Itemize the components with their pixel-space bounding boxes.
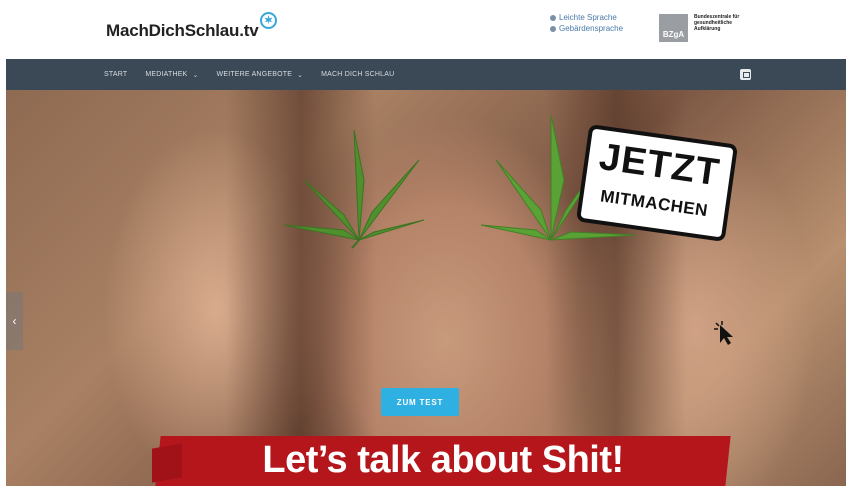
sign-language-label[interactable]: Gebärdensprache [559, 23, 623, 34]
zum-test-button[interactable]: ZUM TEST [381, 388, 459, 416]
logo-text[interactable]: MachDichSchlau.tv [106, 21, 259, 41]
chevron-down-icon: ⌄ [297, 71, 304, 79]
nav-item-label: MEDIATHEK [145, 71, 188, 78]
easy-language-label[interactable]: Leichte Sprache [559, 12, 617, 23]
site-header: MachDichSchlau.tv Leichte Sprache Gebärd… [0, 0, 846, 59]
nav-item-label: WEITERE ANGEBOTE [216, 71, 293, 78]
nav-items: START MEDIATHEK ⌄ WEITERE ANGEBOTE ⌄ MAC… [104, 59, 394, 90]
cannabis-leaf-left-icon [283, 129, 425, 249]
nav-item-start[interactable]: START [104, 71, 127, 78]
nav-item-label: MACH DICH SCHLAU [321, 71, 395, 78]
banner-title: Let’s talk about Shit! [262, 439, 624, 481]
chevron-down-icon: ⌄ [192, 71, 199, 79]
instagram-icon[interactable] [740, 69, 751, 80]
mouse-cursor-icon [714, 321, 733, 345]
logo-leaf-icon [260, 12, 278, 29]
accessibility-links: Leichte Sprache Gebärdensprache [550, 12, 623, 34]
chevron-left-icon: ‹ [12, 314, 17, 328]
nav-item-mach-dich-schlau[interactable]: MACH DICH SCHLAU [321, 71, 394, 78]
jetzt-mitmachen-badge[interactable]: JETZT MITMACHEN [575, 124, 739, 242]
easy-language-icon [550, 14, 556, 21]
hero-slider: JETZT MITMACHEN ‹ ZUM TEST Let’s talk ab… [6, 90, 846, 486]
main-nav: START MEDIATHEK ⌄ WEITERE ANGEBOTE ⌄ MAC… [6, 59, 846, 90]
hero-banner: Let’s talk about Shit! [152, 432, 731, 486]
sign-language-icon [550, 25, 556, 32]
bzga-logo-name: Bundeszentrale für gesundheitliche Aufkl… [694, 14, 740, 32]
sign-language-link[interactable]: Gebärdensprache [550, 23, 623, 34]
bzga-logo[interactable]: BZgA Bundeszentrale für gesundheitliche … [659, 14, 744, 42]
nav-item-mediathek[interactable]: MEDIATHEK ⌄ [145, 71, 198, 79]
site-logo[interactable]: MachDichSchlau.tv [106, 12, 278, 41]
nav-item-label: START [104, 71, 128, 78]
easy-language-link[interactable]: Leichte Sprache [550, 12, 623, 23]
nav-item-weitere-angebote[interactable]: WEITERE ANGEBOTE ⌄ [217, 71, 304, 79]
slider-prev-button[interactable]: ‹ [6, 292, 23, 350]
bzga-logo-mark: BZgA [659, 14, 688, 42]
